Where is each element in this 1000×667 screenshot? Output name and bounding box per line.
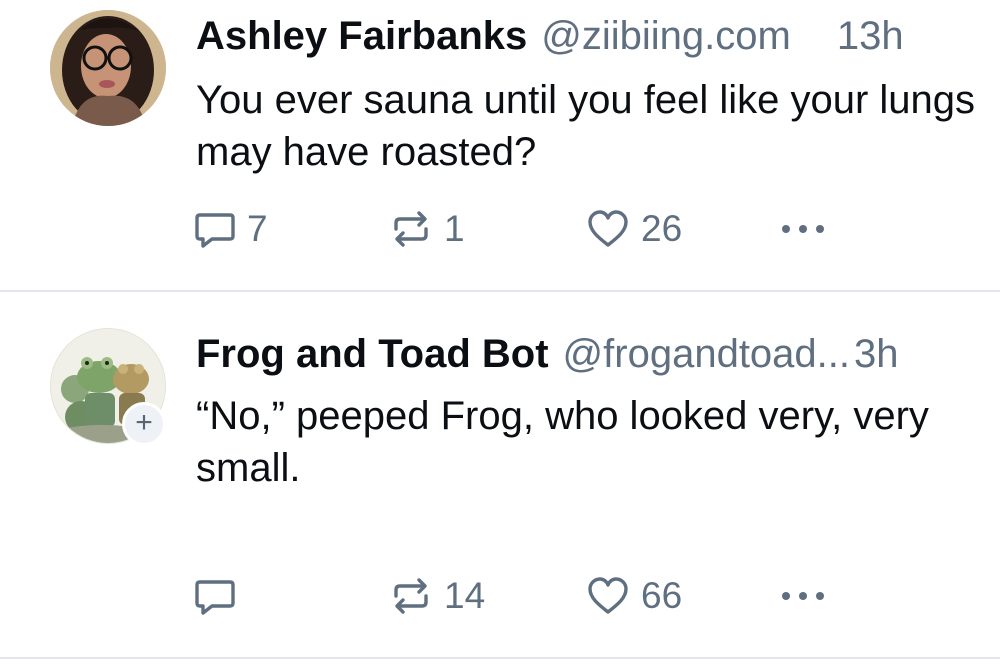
post-timestamp[interactable]: 3h <box>854 330 899 378</box>
more-options-button[interactable] <box>778 570 828 622</box>
author-handle[interactable]: @frogandtoad... <box>563 330 850 378</box>
heart-icon <box>585 574 631 618</box>
author-avatar[interactable] <box>50 10 166 126</box>
repost-count: 14 <box>444 575 486 616</box>
post-text: “No,” peeped Frog, who looked very, very… <box>196 394 929 490</box>
post[interactable]: Ashley Fairbanks @ziibiing.com 13h You e… <box>0 0 1000 290</box>
repost-button[interactable]: 14 <box>388 570 485 622</box>
post-header: Frog and Toad Bot @frogandtoad... 3h <box>196 330 960 378</box>
post-actions: 7 1 26 <box>193 203 853 255</box>
like-button[interactable]: 26 <box>585 203 682 255</box>
speech-bubble-icon <box>193 574 237 618</box>
reply-count: 7 <box>247 208 268 249</box>
ellipsis-icon <box>778 574 828 618</box>
ellipsis-icon <box>778 207 828 251</box>
like-count: 66 <box>641 575 683 616</box>
author-name[interactable]: Ashley Fairbanks <box>196 12 527 60</box>
heart-icon <box>585 207 631 251</box>
reply-button[interactable] <box>193 570 247 622</box>
post-header: Ashley Fairbanks @ziibiing.com 13h <box>196 12 960 60</box>
post[interactable]: + Frog and Toad Bot @frogandtoad... 3h “… <box>0 292 1000 657</box>
follow-plus-badge[interactable]: + <box>122 402 166 446</box>
post-actions: 14 66 <box>193 570 853 622</box>
author-handle[interactable]: @ziibiing.com <box>541 12 791 60</box>
reply-button[interactable]: 7 <box>193 203 268 255</box>
post-text: You ever sauna until you feel like your … <box>196 78 976 174</box>
feed: Ashley Fairbanks @ziibiing.com 13h You e… <box>0 0 1000 667</box>
post-timestamp[interactable]: 13h <box>837 12 904 60</box>
more-options-button[interactable] <box>778 203 828 255</box>
speech-bubble-icon <box>193 207 237 251</box>
repost-arrows-icon <box>388 207 434 251</box>
repost-arrows-icon <box>388 574 434 618</box>
like-button[interactable]: 66 <box>585 570 682 622</box>
post-divider <box>0 657 1000 659</box>
repost-button[interactable]: 1 <box>388 203 465 255</box>
author-name[interactable]: Frog and Toad Bot <box>196 330 549 378</box>
like-count: 26 <box>641 208 683 249</box>
repost-count: 1 <box>444 208 465 249</box>
